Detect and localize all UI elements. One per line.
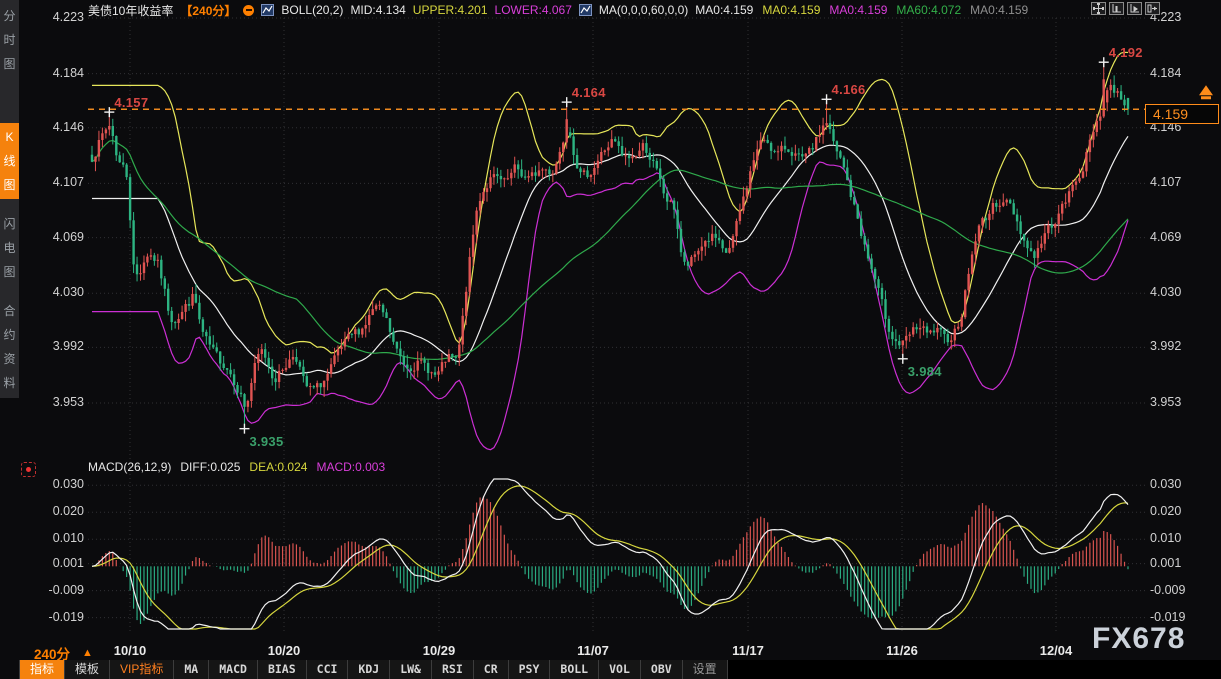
macd-header: MACD(26,12,9) DIFF:0.025 DEA:0.024 MACD:… <box>88 460 385 474</box>
macd-axis-label-left: 0.001 <box>36 556 84 570</box>
y-axis-label-right: 4.030 <box>1150 285 1198 299</box>
macd-axis-label-right: -0.009 <box>1150 583 1198 597</box>
toolbar-item-PSY[interactable]: PSY <box>509 660 551 679</box>
y-axis-label-left: 4.030 <box>36 285 84 299</box>
sidebar-tab-3[interactable]: 闪 电 图 <box>0 212 19 284</box>
x-axis-date-11/07: 11/07 <box>561 643 625 658</box>
boll-indicator-icon[interactable] <box>261 4 274 16</box>
price-annotation-4.192: 4.192 <box>1109 45 1143 60</box>
x-axis-date-11/26: 11/26 <box>870 643 934 658</box>
price-annotation-4.164: 4.164 <box>572 85 606 100</box>
x-axis-date-11/17: 11/17 <box>716 643 780 658</box>
y-axis-label-left: 4.069 <box>36 230 84 244</box>
x-axis-date-12/04: 12/04 <box>1024 643 1088 658</box>
price-annotation-4.157: 4.157 <box>114 95 148 110</box>
left-sidebar: 分 时 图 K 线 图闪 电 图合 约 资 料 <box>0 0 19 679</box>
macd-axis-label-right: 0.030 <box>1150 477 1198 491</box>
macd-axis-label-right: 0.001 <box>1150 556 1198 570</box>
y-axis-label-left: 3.992 <box>36 339 84 353</box>
ma-value-2: MA0:4.159 <box>762 3 820 17</box>
y-axis-label-right: 4.069 <box>1150 230 1198 244</box>
toolbar-item-模板[interactable]: 模板 <box>65 660 110 679</box>
x-axis-date-10/29: 10/29 <box>407 643 471 658</box>
boll-label: BOLL(20,2) <box>281 3 343 17</box>
sidebar-tab-1[interactable]: 分 时 图 <box>0 4 19 76</box>
sidebar-tab-4[interactable]: 合 约 资 料 <box>0 299 19 395</box>
chart-header: 美债10年收益率 【240分】 BOLL(20,2) MID:4.134 UPP… <box>88 2 1028 18</box>
macd-axis-label-right: 0.010 <box>1150 531 1198 545</box>
fx678-watermark: FX678 <box>1092 622 1185 656</box>
macd-params-label: MACD(26,12,9) <box>88 460 171 474</box>
period-label[interactable]: 【240分】 <box>180 2 236 19</box>
ma-value-5: MA0:4.159 <box>970 3 1028 17</box>
trading-app-window: 分 时 图 K 线 图闪 电 图合 约 资 料 美债10年收益率 【240分】 B… <box>0 0 1221 679</box>
toolbar-item-LW&[interactable]: LW& <box>390 660 432 679</box>
chart-canvas <box>0 0 1221 679</box>
price-annotation-3.935: 3.935 <box>249 434 283 449</box>
toolbar-item-MA[interactable]: MA <box>174 660 209 679</box>
ma-value-1: MA0:4.159 <box>695 3 753 17</box>
toolbar-item-指标[interactable]: 指标 <box>19 660 65 679</box>
boll-upper-value: UPPER:4.201 <box>413 3 488 17</box>
y-axis-label-right: 4.184 <box>1150 66 1198 80</box>
y-axis-label-left: 4.107 <box>36 175 84 189</box>
x-axis-date-10/20: 10/20 <box>252 643 316 658</box>
indicator-pulse-icon[interactable] <box>21 462 36 477</box>
candlestick-series <box>91 62 1129 428</box>
y-axis-label-left: 3.953 <box>36 395 84 409</box>
pan-right-icon[interactable] <box>1145 2 1160 15</box>
macd-dea-value: DEA:0.024 <box>249 460 307 474</box>
ma-indicator-icon[interactable] <box>579 4 592 16</box>
price-annotation-3.984: 3.984 <box>908 364 942 379</box>
boll-mid-value: MID:4.134 <box>350 3 405 17</box>
macd-macd-value: MACD:0.003 <box>316 460 385 474</box>
chart-window-controls <box>1091 2 1160 15</box>
indicator-toolbar: 指标模板VIP指标MAMACDBIASCCIKDJLW&RSICRPSYBOLL… <box>19 660 1221 679</box>
move-icon[interactable] <box>1091 2 1106 15</box>
toolbar-item-RSI[interactable]: RSI <box>432 660 474 679</box>
y-axis-label-left: 4.184 <box>36 66 84 80</box>
toolbar-item-OBV[interactable]: OBV <box>641 660 683 679</box>
macd-axis-label-left: -0.009 <box>36 583 84 597</box>
y-axis-label-right: 3.953 <box>1150 395 1198 409</box>
toolbar-item-VIP指标[interactable]: VIP指标 <box>110 660 174 679</box>
ma-params-label: MA(0,0,0,60,0,0) <box>599 3 688 17</box>
macd-axis-label-left: 0.020 <box>36 504 84 518</box>
current-price-box: 4.159 <box>1145 104 1219 124</box>
axis-zoom-out-icon[interactable] <box>1127 2 1142 15</box>
toolbar-item-KDJ[interactable]: KDJ <box>348 660 390 679</box>
period-up-arrow-icon[interactable]: ▲ <box>82 647 93 659</box>
macd-diff-value: DIFF:0.025 <box>180 460 240 474</box>
ma-values: MA0:4.159 MA0:4.159 MA0:4.159 MA60:4.072 MA0… <box>695 3 1028 17</box>
toolbar-item-CCI[interactable]: CCI <box>307 660 349 679</box>
toolbar-item-MACD[interactable]: MACD <box>209 660 258 679</box>
bollinger-ma-lines <box>92 52 1128 449</box>
boll-lower-value: LOWER:4.067 <box>495 3 572 17</box>
current-price-line <box>88 85 1213 109</box>
sidebar-tab-2[interactable]: K 线 图 <box>0 123 19 199</box>
toolbar-item-CR[interactable]: CR <box>474 660 509 679</box>
x-axis-date-10/10: 10/10 <box>98 643 162 658</box>
y-axis-label-right: 4.107 <box>1150 175 1198 189</box>
toolbar-item-BOLL[interactable]: BOLL <box>550 660 599 679</box>
macd-axis-label-left: 0.030 <box>36 477 84 491</box>
y-axis-label-left: 4.223 <box>36 10 84 24</box>
collapse-circle-icon[interactable] <box>243 5 254 16</box>
axis-zoom-in-icon[interactable] <box>1109 2 1124 15</box>
macd-axis-label-left: -0.019 <box>36 610 84 624</box>
y-axis-label-left: 4.146 <box>36 120 84 134</box>
toolbar-item-设置[interactable]: 设置 <box>683 660 728 679</box>
toolbar-item-BIAS[interactable]: BIAS <box>258 660 307 679</box>
toolbar-item-VOL[interactable]: VOL <box>599 660 641 679</box>
ma-value-3: MA0:4.159 <box>829 3 887 17</box>
y-axis-label-right: 3.992 <box>1150 339 1198 353</box>
price-annotation-4.166: 4.166 <box>832 82 866 97</box>
macd-axis-label-right: 0.020 <box>1150 504 1198 518</box>
symbol-title: 美债10年收益率 <box>88 2 173 19</box>
macd-axis-label-left: 0.010 <box>36 531 84 545</box>
ma-value-4: MA60:4.072 <box>896 3 961 17</box>
macd-histogram <box>92 496 1128 624</box>
